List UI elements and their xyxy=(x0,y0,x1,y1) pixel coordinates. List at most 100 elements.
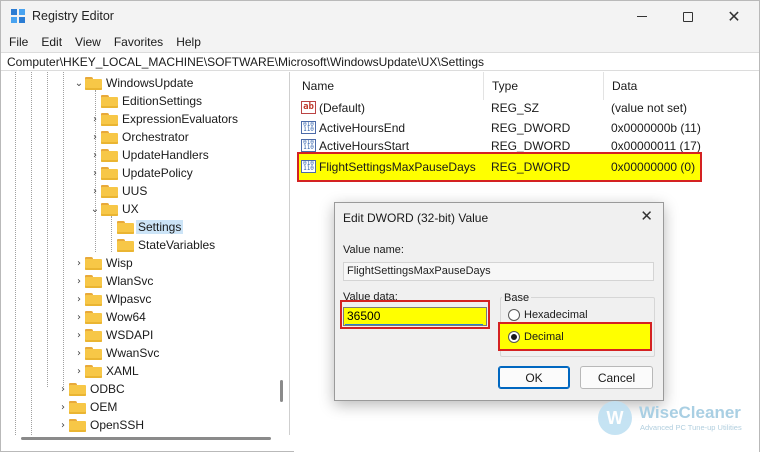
radio-hexadecimal[interactable]: Hexadecimal xyxy=(508,309,588,321)
folder-icon xyxy=(69,400,86,414)
tree-item-label: WlanSvc xyxy=(106,274,154,288)
value-name-label: Value name: xyxy=(343,244,404,256)
folder-icon xyxy=(85,292,102,306)
tree-item-openssh[interactable]: › OpenSSH xyxy=(57,416,144,434)
tree-item-updatepolicy[interactable]: › UpdatePolicy xyxy=(89,164,193,182)
tree-item-wwansvc[interactable]: › WwanSvc xyxy=(73,344,159,362)
tree-item-label: ExpressionEvaluators xyxy=(122,112,239,126)
tree-guide-line xyxy=(63,72,64,387)
maximize-button[interactable] xyxy=(665,1,711,32)
value-type: REG_DWORD xyxy=(491,120,571,135)
chevron-right-icon[interactable]: › xyxy=(73,326,85,344)
chevron-right-icon[interactable]: › xyxy=(73,254,85,272)
tree-item-label: EditionSettings xyxy=(122,94,203,108)
cancel-button[interactable]: Cancel xyxy=(580,366,653,389)
tree-item-label: Wisp xyxy=(106,256,133,270)
chevron-right-icon[interactable]: › xyxy=(89,110,101,128)
ok-button[interactable]: OK xyxy=(498,366,570,389)
value-row-default[interactable]: ab (Default) REG_SZ (value not set) xyxy=(294,98,759,117)
tree-guide-line xyxy=(47,72,48,387)
minimize-button[interactable] xyxy=(619,1,665,32)
wisecleaner-logo-icon: W xyxy=(598,401,632,435)
window-title: Registry Editor xyxy=(32,9,114,23)
tree-vertical-scrollbar[interactable] xyxy=(280,380,283,402)
radio-decimal[interactable]: Decimal xyxy=(508,331,564,343)
binary-value-icon: 010 110 xyxy=(301,160,316,173)
tree-horizontal-scrollbar[interactable] xyxy=(3,437,289,441)
tree-item-wow64[interactable]: › Wow64 xyxy=(73,308,146,326)
scrollbar-thumb[interactable] xyxy=(21,437,271,440)
value-data: (value not set) xyxy=(611,100,688,115)
tree-item-label: UUS xyxy=(122,184,148,198)
close-icon[interactable]: ✕ xyxy=(640,207,653,225)
value-row-flightsettingsmaxpausedays[interactable]: 010 110 FlightSettingsMaxPauseDays REG_DW… xyxy=(299,154,700,180)
tree-item-updatehandlers[interactable]: › UpdateHandlers xyxy=(89,146,209,164)
chevron-right-icon[interactable]: › xyxy=(57,398,69,416)
value-name: (Default) xyxy=(319,100,366,115)
tree-item-wlpasvc[interactable]: › Wlpasvc xyxy=(73,290,151,308)
menu-file[interactable]: File xyxy=(9,35,28,49)
chevron-right-icon[interactable]: › xyxy=(89,146,101,164)
folder-icon xyxy=(101,166,118,180)
column-header-data[interactable]: Data xyxy=(604,72,759,100)
chevron-right-icon[interactable]: › xyxy=(73,272,85,290)
tree-item-wisp[interactable]: › Wisp xyxy=(73,254,133,272)
menu-edit[interactable]: Edit xyxy=(41,35,62,49)
tree-item-windowsupdate[interactable]: ⌄ WindowsUpdate xyxy=(73,74,194,92)
tree-item-xaml[interactable]: › XAML xyxy=(73,362,139,380)
tree-item-odbc[interactable]: › ODBC xyxy=(57,380,125,398)
tree-item-editionsettings[interactable]: EditionSettings xyxy=(89,92,202,110)
tree-item-oem[interactable]: › OEM xyxy=(57,398,117,416)
folder-icon xyxy=(101,148,118,162)
string-value-icon: ab xyxy=(301,101,316,114)
radio-button[interactable] xyxy=(508,309,520,321)
chevron-right-icon[interactable]: › xyxy=(73,308,85,326)
tree-item-label: ODBC xyxy=(90,382,125,396)
chevron-right-icon[interactable]: › xyxy=(73,290,85,308)
chevron-right-icon[interactable]: › xyxy=(57,416,69,434)
tree-item-label: UX xyxy=(122,202,139,216)
base-group-label: Base xyxy=(502,292,532,304)
value-name: ActiveHoursEnd xyxy=(319,120,406,135)
tree-item-label: WwanSvc xyxy=(106,346,160,360)
tree-item-statevariables[interactable]: StateVariables xyxy=(105,236,215,254)
binary-value-icon: 010 110 xyxy=(301,139,316,152)
folder-icon xyxy=(101,202,118,216)
tree-item-label: Wlpasvc xyxy=(106,292,152,306)
value-row-activehoursend[interactable]: 010 110 ActiveHoursEnd REG_DWORD 0x000000… xyxy=(294,118,759,137)
edit-dword-dialog: Edit DWORD (32-bit) Value ✕ Value name: … xyxy=(334,202,664,401)
tree-item-label: UpdatePolicy xyxy=(122,166,193,180)
tree-item-ux[interactable]: ⌄ UX xyxy=(89,200,139,218)
chevron-right-icon[interactable]: › xyxy=(89,182,101,200)
folder-icon xyxy=(85,364,102,378)
chevron-right-icon[interactable]: › xyxy=(73,344,85,362)
address-bar[interactable]: Computer\HKEY_LOCAL_MACHINE\SOFTWARE\Mic… xyxy=(1,52,759,71)
tree-item-label: WindowsUpdate xyxy=(106,76,194,90)
tree-item-expressionevaluators[interactable]: › ExpressionEvaluators xyxy=(89,110,238,128)
chevron-down-icon[interactable]: ⌄ xyxy=(89,200,101,218)
menu-view[interactable]: View xyxy=(75,35,101,49)
chevron-right-icon[interactable]: › xyxy=(89,164,101,182)
folder-icon xyxy=(85,256,102,270)
folder-icon xyxy=(101,94,118,108)
chevron-down-icon[interactable]: ⌄ xyxy=(73,74,85,92)
tree-item-wsdapi[interactable]: › WSDAPI xyxy=(73,326,153,344)
folder-icon xyxy=(69,418,86,432)
menu-help[interactable]: Help xyxy=(176,35,201,49)
menu-favorites[interactable]: Favorites xyxy=(114,35,163,49)
tree-item-wlansvc[interactable]: › WlanSvc xyxy=(73,272,153,290)
close-button[interactable]: ✕ xyxy=(711,1,757,32)
folder-icon xyxy=(101,184,118,198)
key-tree[interactable]: ⌄ WindowsUpdate EditionSettings › Expres… xyxy=(1,72,290,435)
tree-item-settings[interactable]: Settings xyxy=(105,218,184,236)
folder-icon xyxy=(101,112,118,126)
column-header-type[interactable]: Type xyxy=(484,72,604,100)
tree-item-orchestrator[interactable]: › Orchestrator xyxy=(89,128,189,146)
value-data: 0x00000000 (0) xyxy=(611,160,696,174)
chevron-right-icon[interactable]: › xyxy=(89,128,101,146)
chevron-right-icon[interactable]: › xyxy=(73,362,85,380)
tree-item-uus[interactable]: › UUS xyxy=(89,182,147,200)
radio-button-checked[interactable] xyxy=(508,331,520,343)
column-header-name[interactable]: Name xyxy=(294,72,484,100)
chevron-right-icon[interactable]: › xyxy=(57,380,69,398)
